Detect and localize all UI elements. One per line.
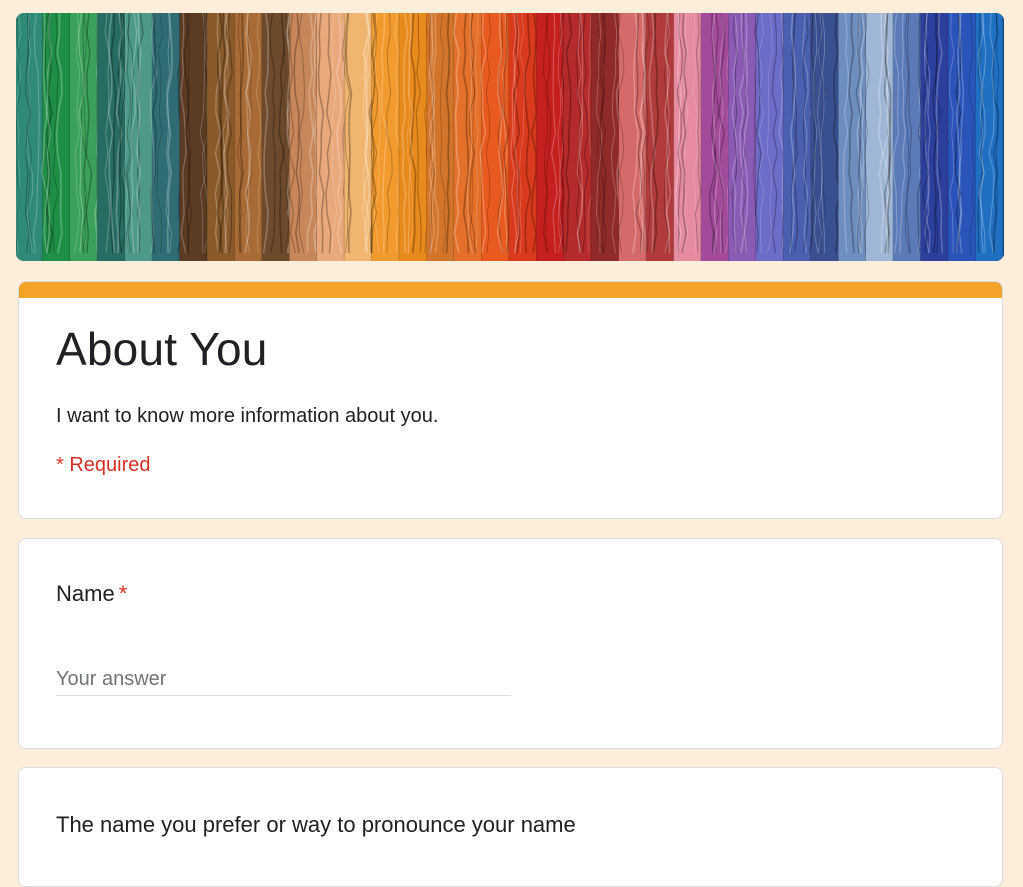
form-description: I want to know more information about yo… (56, 405, 439, 427)
required-note: * Required (56, 454, 151, 476)
question-label: Name (56, 581, 115, 606)
form-title: About You (56, 323, 268, 375)
yarn-strand (783, 13, 813, 261)
yarn-strand (591, 13, 621, 261)
question-title: The name you prefer or way to pronounce … (56, 812, 576, 837)
yarn-gap (1002, 13, 1004, 261)
yarn-strand (646, 13, 676, 261)
question-card-name: Name * (18, 538, 1003, 749)
header-banner-image (16, 13, 1004, 261)
question-title: Name * (56, 579, 127, 609)
title-card-accent-bar (19, 282, 1002, 298)
yarn-strands-graphic (16, 13, 1004, 261)
form-title-card: About You I want to know more informatio… (18, 281, 1003, 519)
question-card-preferred-name: The name you prefer or way to pronounce … (18, 767, 1003, 887)
name-answer-input[interactable] (56, 663, 511, 696)
required-asterisk: * (118, 581, 128, 606)
